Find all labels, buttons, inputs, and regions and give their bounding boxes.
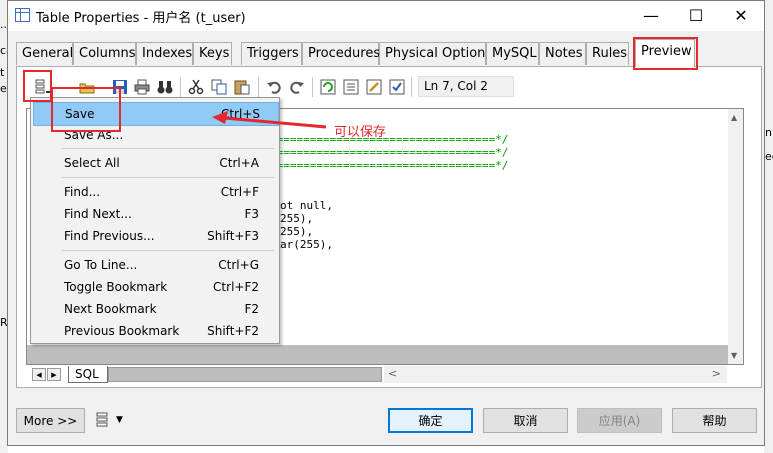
undo-icon[interactable] bbox=[265, 78, 283, 96]
sql-tab[interactable]: SQL bbox=[68, 366, 108, 383]
menu-item-shortcut: Shift+F3 bbox=[207, 229, 259, 243]
apply-button[interactable]: 应用(A) bbox=[577, 408, 662, 433]
code-line: ==================================*/ bbox=[270, 159, 509, 172]
find-binoculars-icon[interactable] bbox=[156, 78, 174, 96]
tab-keys[interactable]: Keys bbox=[193, 42, 232, 65]
menu-item-next-bookmark[interactable]: Next Bookmark F2 bbox=[33, 298, 277, 320]
horizontal-scrollbar[interactable]: < > bbox=[384, 366, 727, 383]
cancel-button[interactable]: 取消 bbox=[483, 408, 568, 433]
background-text: t bbox=[0, 66, 5, 79]
menu-item-shortcut: Ctrl+F2 bbox=[213, 280, 259, 294]
menu-separator bbox=[62, 177, 274, 178]
maximize-button[interactable]: ☐ bbox=[673, 1, 719, 30]
toolbar-separator bbox=[258, 77, 259, 97]
menu-item-label: Previous Bookmark bbox=[64, 324, 180, 338]
code-line: ar(255), bbox=[280, 238, 333, 251]
menu-item-find-next[interactable]: Find Next... F3 bbox=[33, 203, 277, 225]
code-line: 255), bbox=[280, 225, 314, 238]
menu-item-previous-bookmark[interactable]: Previous Bookmark Shift+F2 bbox=[33, 320, 277, 342]
tab-indexes[interactable]: Indexes bbox=[136, 42, 193, 65]
document-menu-button[interactable]: ▼ bbox=[95, 411, 127, 429]
toolbar-separator bbox=[411, 77, 412, 97]
menu-item-go-to-line[interactable]: Go To Line... Ctrl+G bbox=[33, 254, 277, 276]
dropdown-arrow-icon: ▼ bbox=[116, 415, 123, 425]
tab-nav-left-icon[interactable]: ◀ bbox=[32, 368, 46, 381]
code-line: ==================================*/ bbox=[270, 146, 509, 159]
cut-icon[interactable] bbox=[187, 78, 205, 96]
menu-item-toggle-bookmark[interactable]: Toggle Bookmark Ctrl+F2 bbox=[33, 276, 277, 298]
more-button[interactable]: More >> bbox=[16, 408, 85, 433]
paste-icon[interactable] bbox=[233, 78, 251, 96]
edit-icon[interactable] bbox=[365, 78, 383, 96]
tab-triggers[interactable]: Triggers bbox=[241, 42, 302, 65]
menu-separator bbox=[62, 148, 274, 149]
menu-item-label: Go To Line... bbox=[64, 258, 138, 272]
scroll-right-arrow-icon[interactable]: > bbox=[712, 367, 721, 380]
scroll-left-arrow-icon[interactable]: < bbox=[388, 367, 397, 380]
context-menu: Save Ctrl+S Save As... Select All Ctrl+A… bbox=[30, 97, 280, 344]
background-text: e bbox=[0, 82, 7, 95]
menu-item-shortcut: Ctrl+G bbox=[218, 258, 259, 272]
minimize-button[interactable]: — bbox=[628, 1, 674, 30]
toolbar-separator bbox=[180, 77, 181, 97]
menu-item-label: Find Previous... bbox=[64, 229, 155, 243]
print-icon[interactable] bbox=[133, 78, 151, 96]
vertical-scrollbar[interactable]: ▲ ▼ bbox=[728, 109, 743, 364]
tab-columns[interactable]: Columns bbox=[73, 42, 136, 65]
tab-physical-options[interactable]: Physical Options bbox=[379, 42, 492, 65]
menu-item-find-previous[interactable]: Find Previous... Shift+F3 bbox=[33, 225, 277, 247]
toolbar-separator bbox=[312, 77, 313, 97]
window-title: Table Properties - 用户名 (t_user) bbox=[36, 11, 246, 26]
ok-button[interactable]: 确定 bbox=[388, 408, 473, 433]
background-text: ec bbox=[765, 150, 773, 163]
code-line: ot null, bbox=[280, 199, 333, 212]
document-menu-icon bbox=[96, 412, 108, 427]
refresh-icon[interactable] bbox=[319, 78, 337, 96]
annotation-box-save bbox=[51, 87, 121, 132]
tab-rules[interactable]: Rules bbox=[586, 42, 629, 65]
annotation-box-toolbar bbox=[23, 70, 52, 102]
menu-item-label: Select All bbox=[64, 156, 120, 170]
tab-general[interactable]: General bbox=[16, 42, 73, 65]
menu-item-shortcut: Ctrl+F bbox=[220, 185, 259, 199]
code-line: 255), bbox=[280, 212, 314, 225]
scroll-down-arrow-icon[interactable]: ▼ bbox=[731, 351, 737, 360]
help-button[interactable]: 帮助 bbox=[672, 408, 757, 433]
table-icon bbox=[15, 8, 30, 22]
annotation-box-preview-tab bbox=[633, 37, 698, 70]
check-icon[interactable] bbox=[388, 78, 406, 96]
menu-separator bbox=[62, 250, 274, 251]
menu-item-label: Toggle Bookmark bbox=[64, 280, 168, 294]
close-button[interactable]: ✕ bbox=[718, 1, 764, 30]
menu-item-shortcut: Shift+F2 bbox=[207, 324, 259, 338]
tab-notes[interactable]: Notes bbox=[539, 42, 586, 65]
tab-strip-track bbox=[108, 367, 382, 382]
tab-mysql[interactable]: MySQL bbox=[486, 42, 539, 65]
background-text: nb bbox=[765, 126, 773, 139]
menu-item-shortcut: F2 bbox=[244, 302, 259, 316]
menu-item-label: Next Bookmark bbox=[64, 302, 157, 316]
redo-icon[interactable] bbox=[288, 78, 306, 96]
properties-icon[interactable] bbox=[342, 78, 360, 96]
tab-nav-right-icon[interactable]: ▶ bbox=[47, 368, 61, 381]
menu-item-label: Find Next... bbox=[64, 207, 132, 221]
annotation-arrow-icon bbox=[212, 111, 327, 129]
code-line: ==================================*/ bbox=[270, 133, 509, 146]
cursor-position-status: Ln 7, Col 2 bbox=[418, 76, 514, 97]
editor-gray-strip bbox=[27, 345, 728, 364]
copy-icon[interactable] bbox=[210, 78, 228, 96]
annotation-note: 可以保存 bbox=[334, 125, 387, 140]
tab-procedures[interactable]: Procedures bbox=[302, 42, 380, 65]
menu-item-shortcut: F3 bbox=[244, 207, 259, 221]
menu-item-find[interactable]: Find... Ctrl+F bbox=[33, 181, 277, 203]
menu-item-label: Find... bbox=[64, 185, 101, 199]
menu-item-select-all[interactable]: Select All Ctrl+A bbox=[33, 152, 277, 174]
scroll-up-arrow-icon[interactable]: ▲ bbox=[731, 113, 737, 122]
background-window-right bbox=[764, 0, 773, 453]
menu-item-shortcut: Ctrl+A bbox=[219, 156, 259, 170]
